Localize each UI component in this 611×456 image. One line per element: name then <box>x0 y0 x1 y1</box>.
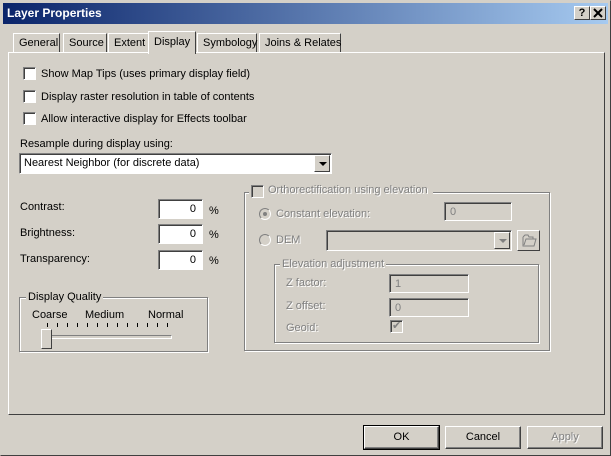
chevron-down-icon[interactable] <box>494 232 510 249</box>
quality-tick <box>127 323 128 327</box>
cancel-button[interactable]: Cancel <box>445 426 521 449</box>
brightness-input[interactable]: 0 <box>158 224 203 244</box>
quality-tick <box>87 323 88 327</box>
quality-slider-thumb[interactable] <box>41 329 52 349</box>
resample-value: Nearest Neighbor (for discrete data) <box>24 157 200 169</box>
quality-tick <box>167 323 168 327</box>
quality-tick <box>47 323 48 327</box>
checkmark-icon: ✔ <box>392 320 402 332</box>
quality-slider-track[interactable] <box>41 335 172 339</box>
contrast-label: Contrast: <box>20 201 65 213</box>
tab-joins-relates[interactable]: Joins & Relates <box>259 33 341 53</box>
quality-tick <box>117 323 118 327</box>
z-offset-label: Z offset: <box>286 300 326 312</box>
brightness-unit: % <box>209 229 219 241</box>
raster-resolution-label: Display raster resolution in table of co… <box>41 91 255 103</box>
tab-extent[interactable]: Extent <box>108 33 150 53</box>
constant-elevation-input[interactable]: 0 <box>444 202 512 221</box>
layer-properties-dialog: Layer Properties ? General Source Extent… <box>0 0 611 456</box>
dem-radio[interactable] <box>259 234 271 246</box>
quality-tick <box>137 323 138 327</box>
raster-resolution-checkbox[interactable] <box>23 90 36 103</box>
transparency-unit: % <box>209 255 219 267</box>
orthorectification-checkbox[interactable] <box>251 185 264 198</box>
tab-general[interactable]: General <box>13 33 60 53</box>
z-factor-input[interactable]: 1 <box>389 274 469 293</box>
quality-tick <box>107 323 108 327</box>
quality-coarse-label: Coarse <box>32 309 68 321</box>
apply-button[interactable]: Apply <box>527 426 603 449</box>
tab-source[interactable]: Source <box>63 33 107 53</box>
display-quality-legend: Display Quality <box>26 291 104 303</box>
tab-display[interactable]: Display <box>148 31 196 54</box>
elevation-adjustment-legend: Elevation adjustment <box>280 258 387 270</box>
geoid-checkbox[interactable]: ✔ <box>390 320 403 333</box>
contrast-input[interactable]: 0 <box>158 199 203 219</box>
resample-label: Resample during display using: <box>20 138 173 150</box>
close-icon <box>593 8 603 18</box>
open-folder-icon <box>522 234 537 247</box>
brightness-label: Brightness: <box>20 227 76 239</box>
tab-symbology[interactable]: Symbology <box>197 33 257 53</box>
interactive-effects-label: Allow interactive display for Effects to… <box>41 113 247 125</box>
chevron-down-icon[interactable] <box>314 155 330 172</box>
quality-tick <box>67 323 68 327</box>
contrast-unit: % <box>209 205 219 217</box>
quality-medium-label: Medium <box>85 309 125 321</box>
resample-dropdown[interactable]: Nearest Neighbor (for discrete data) <box>19 153 332 174</box>
close-button[interactable] <box>590 6 606 20</box>
map-tips-checkbox[interactable] <box>23 67 36 80</box>
z-offset-input[interactable]: 0 <box>389 298 469 317</box>
quality-tick <box>57 323 58 327</box>
ok-button[interactable]: OK <box>363 425 440 450</box>
quality-tick <box>77 323 78 327</box>
dem-label: DEM <box>276 234 301 246</box>
geoid-label: Geoid: <box>286 322 319 334</box>
constant-elevation-label: Constant elevation: <box>276 208 371 220</box>
title-bar[interactable]: Layer Properties ? <box>3 3 608 24</box>
orthorectification-legend-box: Orthorectification using elevation <box>249 184 433 198</box>
quality-tick <box>97 323 98 327</box>
interactive-effects-checkbox[interactable] <box>23 112 36 125</box>
transparency-input[interactable]: 0 <box>158 250 203 270</box>
quality-tick <box>147 323 148 327</box>
z-factor-label: Z factor: <box>286 277 327 289</box>
browse-dem-button[interactable] <box>517 230 540 251</box>
map-tips-label: Show Map Tips (uses primary display fiel… <box>41 68 251 80</box>
orthorectification-label: Orthorectification using elevation <box>268 184 428 196</box>
dem-dropdown[interactable] <box>326 230 512 251</box>
dialog-title: Layer Properties <box>7 6 102 20</box>
help-button[interactable]: ? <box>574 6 590 20</box>
transparency-label: Transparency: <box>20 253 90 265</box>
quality-tick <box>157 323 158 327</box>
constant-elevation-radio[interactable] <box>259 208 271 220</box>
quality-normal-label: Normal <box>148 309 184 321</box>
